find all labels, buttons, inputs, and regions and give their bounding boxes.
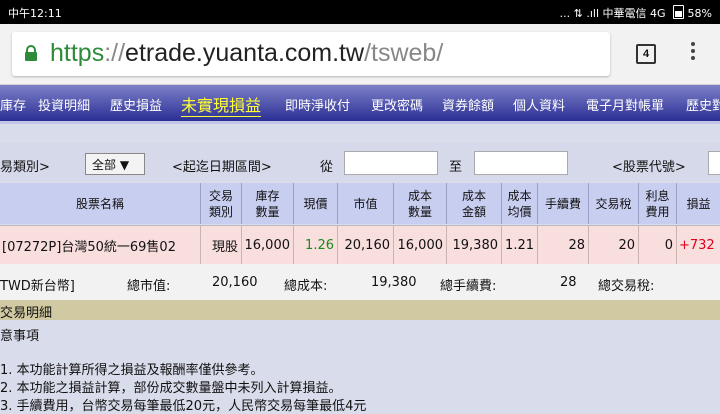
cell-tax: 20	[589, 226, 639, 264]
col-cost-qty: 成本 數量	[394, 183, 447, 224]
summary-cost: 19,380	[371, 275, 417, 290]
notes-section: 意事項 1. 本功能計算所得之損益及報酬率僅供參考。 2. 本功能之損益計算，部…	[0, 321, 720, 414]
col-market-value: 市值	[338, 183, 394, 224]
col-inventory-qty: 庫存 數量	[242, 183, 294, 224]
carrier-name: 中華電信	[602, 7, 647, 20]
cell-cost-amount: 19,380	[447, 226, 502, 264]
cell-fee: 28	[538, 226, 589, 264]
lock-icon	[25, 45, 37, 61]
status-indicators: ... ⇅ .ıll 中華電信 4G 58%	[560, 5, 712, 21]
summary-currency: TWD新台幣]	[0, 279, 75, 294]
site-nav: 庫存 投資明細 歷史損益 未實現損益 即時淨收付 更改密碼 資券餘額 個人資料 …	[0, 85, 720, 124]
url-host: etrade.yuanta.com.tw	[125, 39, 365, 67]
summary-bar: TWD新台幣] 總市值: 20,160 總成本: 19,380 總手續費: 28…	[0, 264, 720, 301]
stock-code-label: <股票代號>	[612, 160, 686, 175]
col-interest: 利息 費用	[639, 183, 677, 224]
summary-market-value-label: 總市值:	[127, 279, 171, 294]
url-scheme: https	[50, 39, 105, 67]
col-avg-cost: 成本 均價	[502, 183, 538, 224]
date-range-label: <起迄日期區間>	[172, 160, 272, 175]
battery-level: 58%	[687, 7, 712, 20]
cell-stock-name: [07272P]台灣50統一69售02	[0, 226, 201, 264]
col-current-price: 現價	[294, 183, 338, 224]
cell-current-price: 1.26	[294, 226, 338, 264]
transaction-detail-header[interactable]: 交易明細	[0, 300, 720, 321]
nav-item-e-statement[interactable]: 電子月對帳單	[586, 95, 664, 114]
date-from-label: 從	[320, 160, 334, 175]
table-row[interactable]: [07272P]台灣50統一69售02 現股 16,000 1.26 20,16…	[0, 225, 720, 265]
url-separator: ://	[104, 39, 126, 67]
transaction-detail-title: 交易明細	[0, 306, 53, 321]
col-tax: 交易稅	[589, 183, 639, 224]
nav-item-history-more[interactable]: 歷史對	[686, 95, 720, 114]
cell-avg-cost: 1.21	[502, 226, 538, 264]
nav-item-history-pnl[interactable]: 歷史損益	[110, 95, 162, 114]
nav-item-realtime-net[interactable]: 即時淨收付	[285, 95, 350, 114]
network-icon: ... ⇅ .ıll	[559, 7, 600, 20]
status-bar: 中午12:11 ... ⇅ .ıll 中華電信 4G 58%	[0, 0, 720, 24]
nav-item-change-password[interactable]: 更改密碼	[371, 95, 423, 114]
summary-cost-label: 總成本:	[284, 279, 328, 294]
cell-cost-qty: 16,000	[394, 226, 447, 264]
summary-fee-label: 總手續費:	[440, 279, 497, 294]
date-to-label: 至	[449, 160, 463, 175]
col-stock-name: 股票名稱	[0, 183, 201, 224]
stock-code-input[interactable]	[708, 151, 720, 175]
col-fee: 手續費	[538, 183, 589, 224]
overflow-menu-icon[interactable]	[688, 42, 698, 64]
nav-item-investment-detail[interactable]: 投資明細	[38, 95, 90, 114]
tab-switcher-button[interactable]: 4	[636, 44, 656, 64]
browser-toolbar: https://etrade.yuanta.com.tw/tsweb/ 4	[0, 24, 720, 85]
note-line: 2. 本功能之損益計算，部份成交數量盤中未列入計算損益。	[0, 381, 342, 396]
trade-type-select[interactable]: 全部 ▼	[85, 153, 145, 175]
col-pnl: 損益	[686, 196, 711, 211]
col-trade-type: 交易 類別	[201, 183, 242, 224]
table-header: 股票名稱 交易 類別 庫存 數量 現價 市值 成本 數量 成本 金額 成本 均價…	[0, 183, 720, 224]
battery-icon	[673, 5, 685, 19]
address-bar[interactable]: https://etrade.yuanta.com.tw/tsweb/	[12, 32, 610, 76]
cell-market-value: 20,160	[338, 226, 394, 264]
trade-type-label: 易類別>	[0, 160, 50, 175]
url-path: /tsweb/	[364, 39, 444, 67]
summary-tax-label: 總交易稅:	[598, 279, 655, 294]
nav-item-margin-balance[interactable]: 資券餘額	[442, 95, 494, 114]
col-cost-amount: 成本 金額	[447, 183, 502, 224]
cell-trade-type: 現股	[201, 226, 242, 264]
date-to-input[interactable]	[474, 151, 568, 175]
signal-type: 4G	[650, 7, 666, 20]
date-from-input[interactable]	[344, 151, 438, 175]
summary-market-value: 20,160	[212, 275, 258, 290]
notes-heading: 意事項	[0, 329, 40, 344]
cell-inventory-qty: 16,000	[242, 226, 294, 264]
note-line: 1. 本功能計算所得之損益及報酬率僅供參考。	[0, 363, 264, 378]
nav-item-inventory[interactable]: 庫存	[0, 95, 26, 114]
nav-item-personal-info[interactable]: 個人資料	[513, 95, 565, 114]
cell-interest: 0	[639, 226, 677, 264]
url-text: https://etrade.yuanta.com.tw/tsweb/	[50, 39, 443, 68]
nav-item-unrealized-pnl[interactable]: 未實現損益	[181, 92, 262, 117]
status-time: 中午12:11	[8, 7, 62, 20]
cell-pnl: +732	[679, 237, 715, 253]
summary-fee: 28	[560, 275, 577, 290]
